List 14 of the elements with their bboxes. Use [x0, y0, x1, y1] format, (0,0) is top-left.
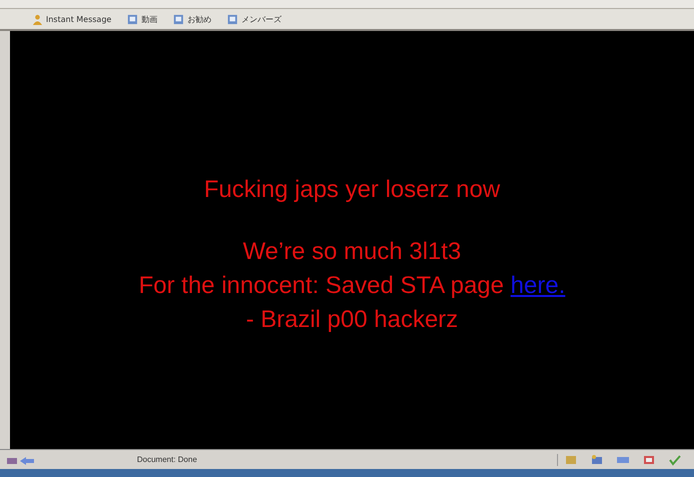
link-button[interactable]: 動画	[125, 14, 160, 24]
page-text: - Brazil p00 hackerz	[246, 305, 458, 335]
link-button[interactable]: Instant Message	[30, 14, 114, 24]
link-button[interactable]: お勧め	[171, 14, 214, 24]
page-icon	[173, 14, 184, 24]
page-icon	[227, 14, 238, 24]
link-button[interactable]: メンバーズ	[225, 14, 284, 24]
check-icon[interactable]	[668, 454, 682, 466]
page-text: We’re so much 3l1t3	[242, 237, 462, 267]
page-heading: Fucking japs yer loserz now	[204, 175, 500, 205]
person-icon	[32, 14, 43, 24]
status-text: Document: Done	[137, 455, 198, 464]
page-icon	[127, 14, 138, 24]
page-text: For the innocent: Saved STA page	[138, 272, 504, 299]
